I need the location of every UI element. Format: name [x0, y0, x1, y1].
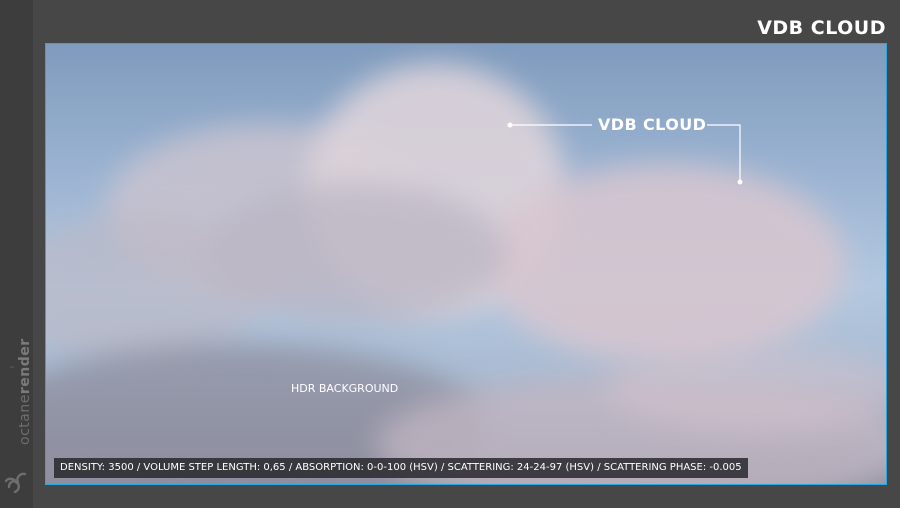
brand-name: octanerender: [17, 338, 33, 445]
render-parameters: DENSITY: 3500 / VOLUME STEP LENGTH: 0,65…: [54, 458, 748, 478]
cloud-render-image: VDB CLOUD HDR BACKGROUND DENSITY: 3500 /…: [46, 44, 886, 484]
octane-logo-icon: [4, 472, 27, 494]
brand-watermark: octanerender ™: [0, 0, 33, 508]
annotation-callout: [507, 122, 743, 185]
callout-dot-left: [507, 122, 513, 128]
annotation-label: VDB CLOUD: [598, 115, 707, 134]
background-label: HDR BACKGROUND: [291, 382, 399, 395]
page-title: VDB CLOUD: [757, 17, 886, 39]
brand-name-bold: render: [17, 338, 33, 395]
callout-line-right: [707, 124, 741, 182]
page: octanerender ™ VDB CLOUD VDB CLOUD HDR B…: [0, 0, 900, 508]
brand-name-light: octane: [17, 394, 33, 445]
brand-trademark: ™: [9, 366, 15, 373]
callout-dot-right: [737, 179, 743, 185]
render-frame: VDB CLOUD HDR BACKGROUND DENSITY: 3500 /…: [45, 43, 887, 485]
